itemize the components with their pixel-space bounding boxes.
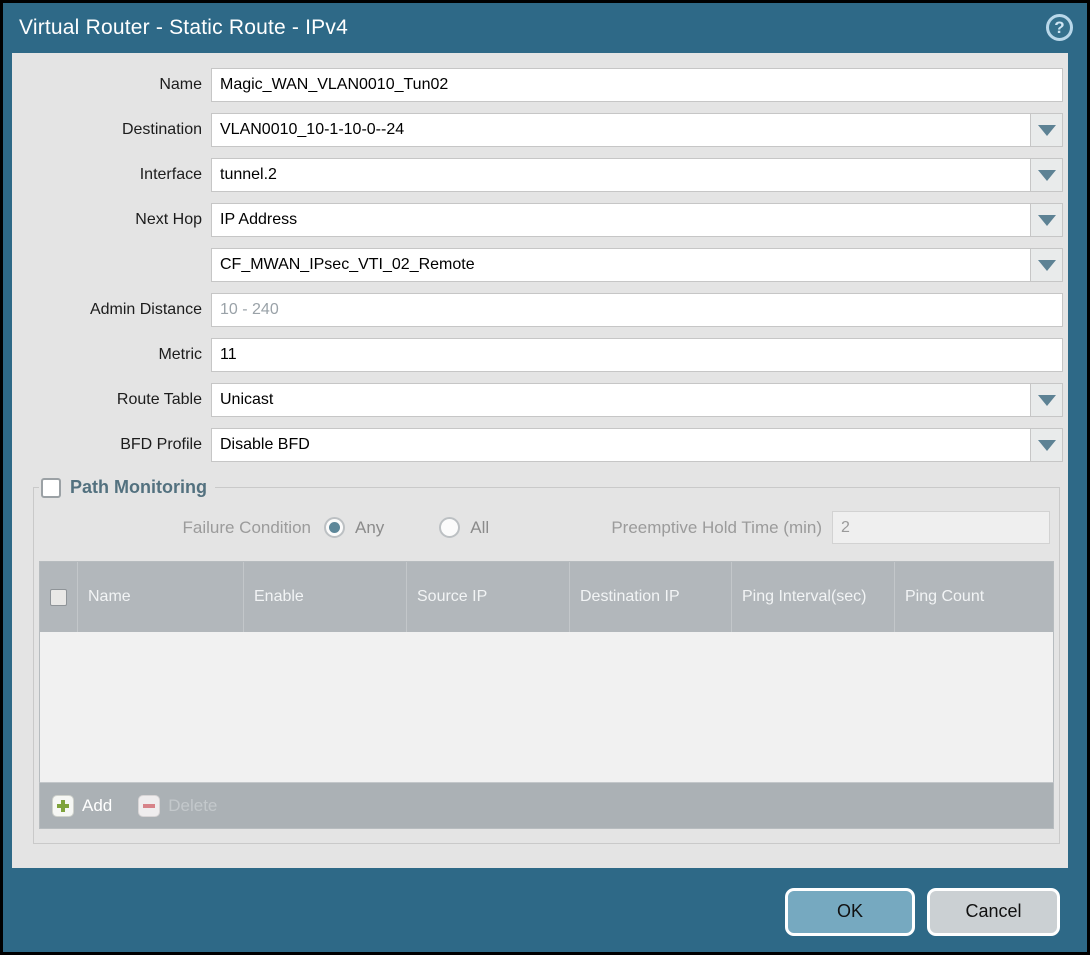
next-hop-address-row [12,248,1063,282]
column-header-name: Name [77,562,243,632]
destination-dropdown-button[interactable] [1030,113,1063,147]
route-table-dropdown-button[interactable] [1030,383,1063,417]
table-header: Name Enable Source IP Destination IP Pin… [40,562,1053,632]
column-header-destination-ip: Destination IP [569,562,731,632]
plus-icon [52,795,74,817]
help-icon[interactable]: ? [1046,14,1073,41]
admin-distance-label: Admin Distance [12,301,211,319]
table-toolbar: Add Delete [39,782,1054,829]
metric-label: Metric [12,346,211,364]
failure-condition-row: Failure Condition Any All Preemptive Hol… [39,511,1054,544]
interface-row: Interface [12,158,1063,192]
dialog-titlebar: Virtual Router - Static Route - IPv4 ? [3,3,1087,53]
name-row: Name [12,68,1063,102]
chevron-down-icon [1038,260,1056,271]
bfd-profile-row: BFD Profile [12,428,1063,462]
delete-button[interactable]: Delete [138,795,217,817]
add-button[interactable]: Add [52,795,112,817]
chevron-down-icon [1038,170,1056,181]
destination-row: Destination [12,113,1063,147]
path-monitoring-section: Path Monitoring Failure Condition Any Al… [33,477,1060,844]
preemptive-hold-time-input[interactable] [832,511,1050,544]
column-header-source-ip: Source IP [406,562,569,632]
metric-input[interactable] [211,338,1063,372]
chevron-down-icon [1038,395,1056,406]
failure-condition-all-label: All [470,518,489,538]
interface-label: Interface [12,166,211,184]
dialog-content: Name Destination Interface [12,53,1068,868]
route-table-label: Route Table [12,391,211,409]
bfd-profile-input[interactable] [211,428,1031,462]
path-monitoring-title: Path Monitoring [70,477,207,498]
failure-condition-all-radio[interactable] [439,517,460,538]
add-button-label: Add [82,796,112,816]
interface-input[interactable] [211,158,1031,192]
interface-dropdown-button[interactable] [1030,158,1063,192]
column-header-ping-interval: Ping Interval(sec) [731,562,894,632]
destination-input[interactable] [211,113,1031,147]
route-table-input[interactable] [211,383,1031,417]
name-label: Name [12,76,211,94]
admin-distance-row: Admin Distance [12,293,1063,327]
preemptive-hold-time-label: Preemptive Hold Time (min) [611,518,822,538]
column-header-enable: Enable [243,562,406,632]
bfd-profile-label: BFD Profile [12,436,211,454]
select-all-checkbox[interactable] [50,589,67,606]
column-header-ping-count: Ping Count [894,562,1053,632]
minus-icon [138,795,160,817]
path-monitoring-checkbox[interactable] [41,478,61,498]
failure-condition-any-label: Any [355,518,384,538]
dialog-footer: OK Cancel [3,871,1087,952]
next-hop-address-dropdown-button[interactable] [1030,248,1063,282]
next-hop-address-input[interactable] [211,248,1031,282]
next-hop-type-dropdown-button[interactable] [1030,203,1063,237]
admin-distance-input[interactable] [211,293,1063,327]
ok-button[interactable]: OK [785,888,915,936]
metric-row: Metric [12,338,1063,372]
failure-condition-any-radio[interactable] [324,517,345,538]
chevron-down-icon [1038,215,1056,226]
route-table-row: Route Table [12,383,1063,417]
cancel-button[interactable]: Cancel [927,888,1060,936]
static-route-dialog: Virtual Router - Static Route - IPv4 ? N… [0,0,1090,955]
failure-condition-label: Failure Condition [39,518,311,538]
chevron-down-icon [1038,440,1056,451]
destination-label: Destination [12,121,211,139]
name-input[interactable] [211,68,1063,102]
bfd-profile-dropdown-button[interactable] [1030,428,1063,462]
next-hop-row: Next Hop [12,203,1063,237]
path-monitoring-table: Name Enable Source IP Destination IP Pin… [39,561,1054,782]
next-hop-type-input[interactable] [211,203,1031,237]
table-body-empty [40,632,1053,782]
delete-button-label: Delete [168,796,217,816]
dialog-title: Virtual Router - Static Route - IPv4 [19,16,348,40]
next-hop-label: Next Hop [12,211,211,229]
chevron-down-icon [1038,125,1056,136]
